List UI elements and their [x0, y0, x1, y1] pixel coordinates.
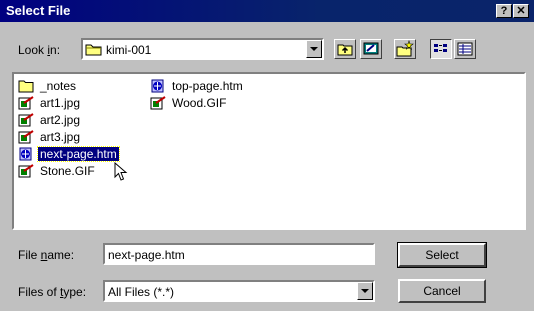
desktop-icon	[363, 42, 379, 55]
desktop-button[interactable]	[360, 39, 382, 59]
new-folder-icon	[396, 40, 414, 57]
file-name: Stone.GIF	[40, 163, 95, 178]
list-item[interactable]: art1.jpg	[18, 94, 119, 111]
file-name: art1.jpg	[40, 95, 81, 110]
select-button[interactable]: Select	[397, 242, 487, 268]
list-view-button[interactable]	[430, 39, 452, 59]
list-item[interactable]: Wood.GIF	[150, 94, 245, 111]
file-column-1: _notes art1.jpg art2.jpg art3.jpg next-p…	[18, 77, 120, 179]
title-bar: Select File ? ✕	[0, 0, 534, 22]
file-name: top-page.htm	[172, 78, 243, 93]
filetype-value: All Files (*.*)	[108, 285, 175, 299]
file-column-2: top-page.htm Wood.GIF	[150, 77, 245, 111]
lookin-label: Look in:	[18, 43, 61, 57]
window-title: Select File	[6, 3, 71, 18]
filename-input[interactable]: next-page.htm	[103, 243, 375, 265]
details-view-icon	[457, 42, 473, 56]
image-icon	[18, 163, 34, 177]
up-folder-icon	[337, 44, 353, 56]
file-name: next-page.htm	[37, 145, 120, 162]
image-icon	[150, 95, 166, 109]
filetype-dropdown[interactable]: All Files (*.*)	[103, 280, 375, 302]
folder-icon	[85, 44, 102, 56]
image-icon	[18, 95, 34, 109]
lookin-value: kimi-001	[106, 43, 152, 57]
list-item[interactable]: top-page.htm	[150, 77, 245, 94]
html-icon	[151, 79, 164, 92]
filetype-label: Files of type:	[18, 285, 87, 299]
close-button[interactable]: ✕	[513, 4, 529, 18]
file-name: art2.jpg	[40, 112, 81, 127]
filename-value: next-page.htm	[108, 248, 185, 262]
list-item[interactable]: art3.jpg	[18, 128, 119, 145]
file-name: art3.jpg	[40, 129, 81, 144]
cancel-button[interactable]: Cancel	[398, 279, 486, 303]
image-icon	[18, 129, 34, 143]
html-icon	[19, 147, 32, 160]
list-item[interactable]: Stone.GIF	[18, 162, 119, 179]
lookin-dropdown[interactable]: kimi-001	[81, 38, 324, 60]
file-list[interactable]: _notes art1.jpg art2.jpg art3.jpg next-p…	[12, 72, 526, 230]
folder-icon	[18, 80, 34, 92]
list-item[interactable]: art2.jpg	[18, 111, 119, 128]
details-view-button[interactable]	[454, 39, 476, 59]
help-button[interactable]: ?	[496, 4, 512, 18]
image-icon	[18, 112, 34, 126]
list-item-selected[interactable]: next-page.htm	[18, 145, 120, 162]
file-name: _notes	[40, 78, 77, 93]
list-view-icon	[434, 44, 447, 52]
new-folder-button[interactable]	[394, 39, 416, 59]
list-item[interactable]: _notes	[18, 77, 119, 94]
filename-label: File name:	[18, 248, 75, 262]
mouse-cursor-icon	[114, 162, 128, 181]
file-name: Wood.GIF	[172, 95, 227, 110]
up-folder-button[interactable]	[334, 39, 356, 59]
filetype-dropdown-arrow[interactable]	[357, 282, 373, 300]
lookin-dropdown-arrow[interactable]	[306, 40, 322, 58]
